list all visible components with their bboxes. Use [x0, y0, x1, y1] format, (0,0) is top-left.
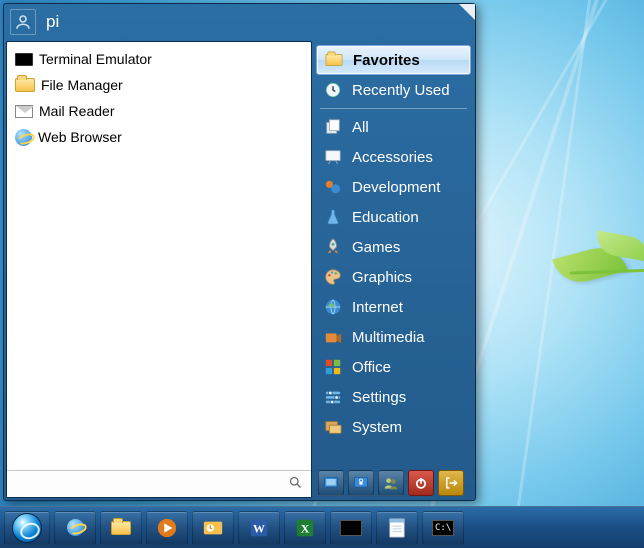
category-system[interactable]: System — [316, 412, 471, 442]
taskbar-outlook[interactable] — [192, 511, 234, 545]
category-label: Education — [352, 209, 419, 226]
taskbar-excel[interactable]: X — [284, 511, 326, 545]
board-icon — [323, 147, 343, 167]
taskbar-ie[interactable] — [54, 511, 96, 545]
search-box[interactable] — [7, 470, 311, 497]
taskbar-cmd[interactable]: C:\ — [422, 511, 464, 545]
word-icon: W — [248, 517, 270, 539]
app-label: Web Browser — [38, 129, 122, 145]
outlook-icon — [202, 517, 224, 539]
category-education[interactable]: Education — [316, 202, 471, 232]
svg-text:X: X — [301, 521, 310, 535]
app-label: File Manager — [41, 77, 123, 93]
resize-grip-icon[interactable] — [459, 4, 475, 20]
excel-icon: X — [294, 517, 316, 539]
category-label: Accessories — [352, 149, 433, 166]
start-menu: pi Terminal Emulator File Manager Mail R… — [3, 3, 476, 501]
start-button[interactable] — [4, 511, 50, 545]
media-icon — [323, 327, 343, 347]
notepad-icon — [387, 517, 407, 539]
username-label: pi — [46, 12, 59, 32]
user-avatar-icon — [10, 9, 36, 35]
category-label: Multimedia — [352, 329, 425, 346]
globe-icon — [323, 297, 343, 317]
category-multimedia[interactable]: Multimedia — [316, 322, 471, 352]
rocket-icon — [323, 237, 343, 257]
taskbar: W X C:\ — [0, 506, 644, 548]
category-all[interactable]: All — [316, 112, 471, 142]
search-icon — [288, 475, 303, 493]
folder-star-icon — [324, 50, 344, 70]
show-desktop-button[interactable] — [318, 470, 344, 496]
category-recently-used[interactable]: Recently Used — [316, 75, 471, 105]
taskbar-notepad[interactable] — [376, 511, 418, 545]
lock-screen-button[interactable] — [348, 470, 374, 496]
category-internet[interactable]: Internet — [316, 292, 471, 322]
category-graphics[interactable]: Graphics — [316, 262, 471, 292]
category-office[interactable]: Office — [316, 352, 471, 382]
terminal-icon — [340, 520, 362, 536]
ie-icon — [15, 129, 32, 146]
app-label: Terminal Emulator — [39, 51, 152, 67]
category-favorites[interactable]: Favorites — [316, 45, 471, 75]
category-label: Games — [352, 239, 400, 256]
category-development[interactable]: Development — [316, 172, 471, 202]
category-separator — [320, 108, 467, 109]
folder-icon — [111, 521, 131, 535]
app-label: Mail Reader — [39, 103, 114, 119]
start-orb-icon — [12, 513, 42, 543]
app-web-browser[interactable]: Web Browser — [11, 124, 307, 150]
mail-icon — [15, 105, 33, 118]
start-menu-header: pi — [4, 4, 475, 39]
category-accessories[interactable]: Accessories — [316, 142, 471, 172]
app-file-manager[interactable]: File Manager — [11, 72, 307, 98]
switch-user-button[interactable] — [378, 470, 404, 496]
search-input[interactable] — [13, 476, 305, 492]
category-label: Graphics — [352, 269, 412, 286]
taskbar-media-player[interactable] — [146, 511, 188, 545]
svg-text:W: W — [253, 521, 265, 535]
category-label: Office — [352, 359, 391, 376]
logout-button[interactable] — [438, 470, 464, 496]
category-label: Settings — [352, 389, 406, 406]
taskbar-explorer[interactable] — [100, 511, 142, 545]
category-label: All — [352, 119, 369, 136]
category-settings[interactable]: Settings — [316, 382, 471, 412]
favorites-app-list: Terminal Emulator File Manager Mail Read… — [7, 42, 311, 470]
sliders-icon — [323, 387, 343, 407]
sheets-icon — [323, 117, 343, 137]
folder-icon — [15, 78, 35, 92]
start-menu-action-bar — [316, 468, 471, 498]
category-games[interactable]: Games — [316, 232, 471, 262]
ie-icon — [67, 519, 84, 536]
media-player-icon — [156, 517, 178, 539]
taskbar-terminal[interactable] — [330, 511, 372, 545]
terminal-icon — [15, 53, 33, 66]
dev-icon — [323, 177, 343, 197]
cmd-icon: C:\ — [432, 520, 454, 536]
system-icon — [323, 417, 343, 437]
flask-icon — [323, 207, 343, 227]
app-mail-reader[interactable]: Mail Reader — [11, 98, 307, 124]
category-label: Internet — [352, 299, 403, 316]
clock-icon — [323, 80, 343, 100]
category-label: Recently Used — [352, 82, 450, 99]
shutdown-button[interactable] — [408, 470, 434, 496]
office-icon — [323, 357, 343, 377]
category-label: System — [352, 419, 402, 436]
taskbar-word[interactable]: W — [238, 511, 280, 545]
category-label: Favorites — [353, 52, 420, 69]
start-menu-right-pane: Favorites Recently Used All Accessories … — [312, 39, 475, 500]
category-label: Development — [352, 179, 440, 196]
start-menu-left-pane: Terminal Emulator File Manager Mail Read… — [6, 41, 312, 498]
palette-icon — [323, 267, 343, 287]
app-terminal-emulator[interactable]: Terminal Emulator — [11, 46, 307, 72]
